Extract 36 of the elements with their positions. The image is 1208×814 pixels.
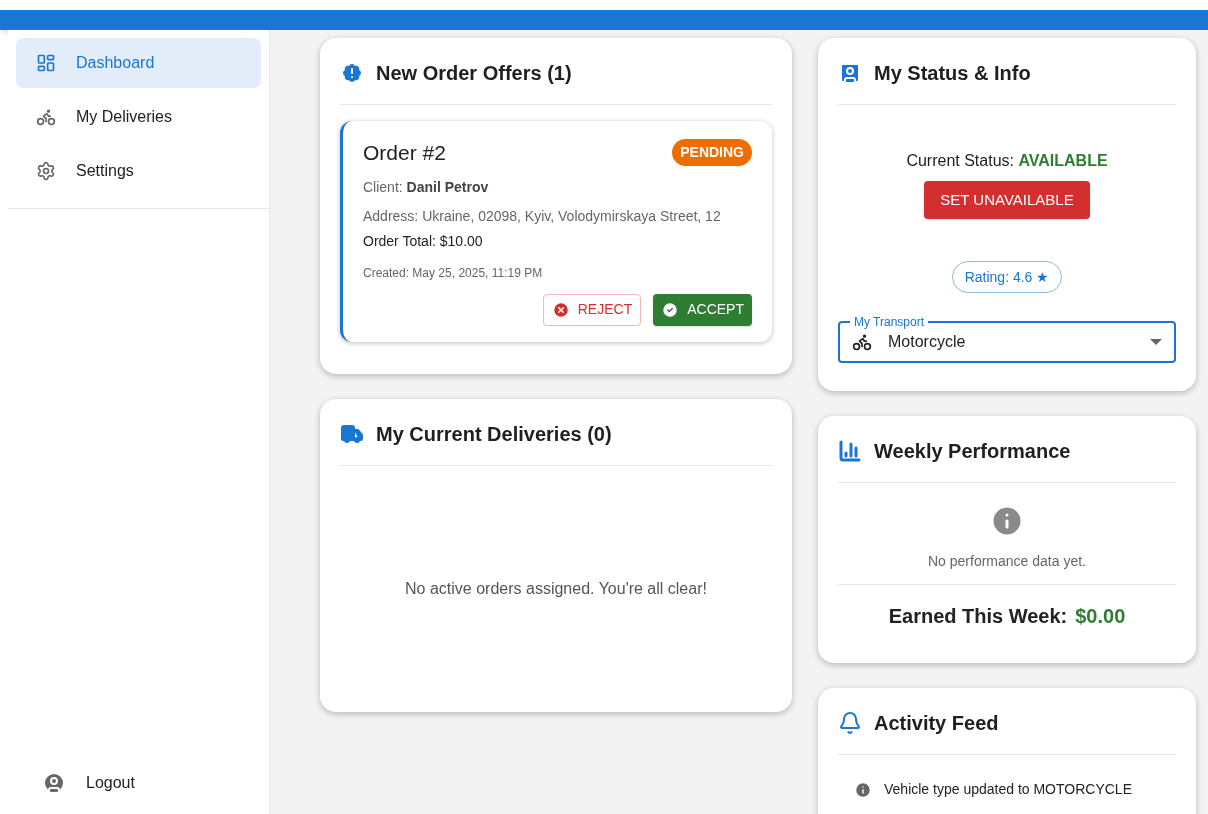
card-title: Activity Feed	[874, 711, 999, 736]
client-text: Client: Danil Petrov	[363, 177, 490, 197]
status-label: Current Status:	[906, 152, 1014, 169]
empty-message: No performance data yet.	[928, 552, 1086, 571]
check-icon	[661, 300, 680, 319]
card-title: Weekly Performance	[874, 439, 1071, 464]
card-title: New Order Offers (1)	[376, 61, 572, 86]
earned-label: Earned This Week:	[888, 604, 1068, 629]
accept-button[interactable]: ACCEPT	[653, 293, 752, 326]
caret-icon	[1150, 339, 1162, 345]
order-title: Order #2	[363, 140, 446, 166]
sidebar-item[interactable]: Dashboard	[16, 38, 261, 88]
bar-chart-icon	[838, 439, 862, 463]
user-icon	[42, 771, 66, 795]
activity-text: Vehicle type updated to MOTORCYCLE	[884, 780, 1132, 799]
reject-button[interactable]: REJECT	[542, 293, 642, 326]
select-value: Motorcycle	[888, 332, 967, 352]
logout-button[interactable]: Logout	[8, 758, 269, 808]
alert-badge-icon	[340, 61, 364, 85]
order-total: Order Total: $10.00	[363, 231, 484, 251]
earned-value: $0.00	[1075, 604, 1126, 629]
status-value: AVAILABLE	[1018, 152, 1108, 169]
card-title: My Current Deliveries (0)	[376, 421, 612, 447]
card-title: My Status & Info	[874, 61, 1031, 86]
address-text: Address: Ukraine, 02098, Kyiv, Volodymirskaya Street, 12	[363, 206, 722, 226]
status-badge: PENDING	[672, 139, 752, 167]
created-text: Created: May 25, 2025, 11:19 PM	[363, 264, 544, 282]
settings-icon	[36, 161, 56, 181]
bell-icon	[838, 711, 862, 735]
empty-message: No active orders assigned. You're all clear!	[405, 578, 707, 599]
sidebar-item[interactable]: Settings	[16, 146, 261, 196]
dashboard-icon	[36, 53, 56, 73]
info-icon	[854, 780, 872, 799]
close-icon	[551, 300, 570, 319]
sidebar-item[interactable]: My Deliveries	[16, 92, 261, 142]
status-toggle-button[interactable]: SET UNAVAILABLE	[924, 181, 1090, 219]
